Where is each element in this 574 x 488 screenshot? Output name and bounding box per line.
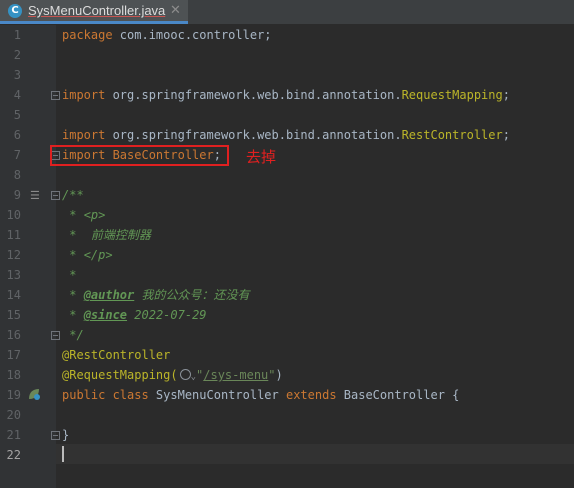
line-number: 9 — [13, 188, 21, 202]
text-caret — [62, 446, 64, 462]
code-line-16[interactable]: */ — [62, 325, 83, 345]
code-line-15[interactable]: * @since 2022-07-29 — [62, 305, 206, 325]
fold-icon[interactable] — [51, 431, 60, 440]
code-line-12[interactable]: * </p> — [62, 245, 112, 265]
line-number: 4 — [13, 88, 21, 102]
line-number: 6 — [13, 128, 21, 142]
tab-title: SysMenuController.java — [28, 3, 166, 18]
line-number: 20 — [6, 408, 21, 422]
line-number: 7 — [13, 148, 21, 162]
fold-icon[interactable] — [51, 331, 60, 340]
code-line-19[interactable]: public class SysMenuController extends B… — [62, 385, 459, 405]
annotation-note: 去掉 — [246, 148, 277, 166]
java-class-icon: C — [8, 4, 22, 18]
line-number: 17 — [6, 348, 21, 362]
line-number: 16 — [6, 328, 21, 342]
line-number: 15 — [6, 308, 21, 322]
code-line-17[interactable]: @RestController — [62, 345, 170, 365]
line-number: 19 — [6, 388, 21, 402]
line-number: 13 — [6, 268, 21, 282]
line-number: 5 — [13, 108, 21, 122]
code-line-18[interactable]: @RequestMapping(⌄"/sys-menu") — [62, 365, 283, 385]
code-line-11[interactable]: * 前端控制器 — [62, 225, 151, 245]
highlight-box — [50, 145, 229, 166]
line-number: 12 — [6, 248, 21, 262]
code-line-13[interactable]: * — [62, 265, 76, 285]
line-number: 22 — [6, 448, 21, 462]
line-number: 21 — [6, 428, 21, 442]
line-number: 18 — [6, 368, 21, 382]
code-line-14[interactable]: * @author 我的公众号：还没有 — [62, 285, 249, 305]
code-line-6[interactable]: import org.springframework.web.bind.anno… — [62, 125, 510, 145]
code-line-10[interactable]: * <p> — [62, 205, 105, 225]
code-line-9[interactable]: /** — [62, 185, 84, 205]
line-number: 10 — [6, 208, 21, 222]
code-line-21[interactable]: } — [62, 425, 69, 445]
code-line-4[interactable]: import org.springframework.web.bind.anno… — [62, 85, 510, 105]
line-number: 3 — [13, 68, 21, 82]
close-icon[interactable]: ✕ — [170, 3, 181, 18]
line-number: 1 — [13, 28, 21, 42]
doc-render-icon[interactable]: ☰ — [30, 189, 40, 202]
line-number: 8 — [13, 168, 21, 182]
line-number: 11 — [6, 228, 21, 242]
spring-bean-icon[interactable] — [27, 387, 41, 401]
fold-icon[interactable] — [51, 191, 60, 200]
editor-tab-bar: C SysMenuController.java ✕ — [0, 0, 574, 25]
code-line-1[interactable]: package com.imooc.controller; — [62, 25, 272, 45]
line-number: 2 — [13, 48, 21, 62]
current-line-highlight — [56, 444, 574, 464]
tab-sysmenucontroller[interactable]: C SysMenuController.java ✕ — [0, 0, 188, 24]
web-endpoint-icon[interactable] — [179, 369, 191, 380]
fold-icon[interactable] — [51, 91, 60, 100]
line-number: 14 — [6, 288, 21, 302]
